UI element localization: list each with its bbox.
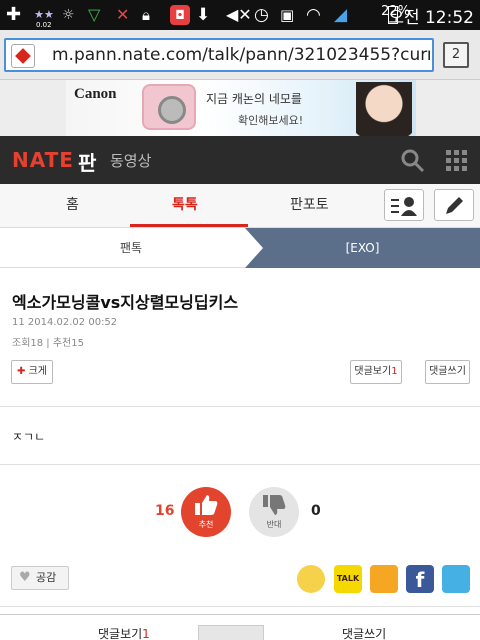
bottom-comment-bar: 댓글보기1 댓글쓰기 [0,614,480,640]
downvote-button[interactable]: 반대 [249,487,299,537]
heart-icon: ♥ [19,570,31,585]
downvote-label: 반대 [266,520,282,529]
site-favicon-icon [11,44,35,68]
bottom-comment-count: 1 [142,627,150,640]
plus-icon: ✚ [17,366,26,377]
ad-model-image [356,82,412,136]
tab-home[interactable]: 홈 [66,194,79,214]
gift-icon: ◘ [170,5,190,25]
thumbs-up-icon [195,495,218,515]
breadcrumb: 팬톡 [EXO] [0,228,480,268]
bottom-view-comments[interactable]: 댓글보기1 [98,625,150,640]
url-text[interactable]: m.pann.nate.com/talk/pann/321023455?curr… [52,45,430,65]
address-bar[interactable]: m.pann.nate.com/talk/pann/321023455?curr… [4,38,434,72]
camera-image [142,84,196,130]
user-list-icon [391,197,417,216]
nate-logo[interactable]: NATE [12,148,74,172]
tab-talk[interactable]: 톡톡 [172,194,198,214]
post-title: 엑소가모닝콜vs지상렬모닝딥키스 [12,293,239,312]
emoticon-share-icon[interactable] [297,565,325,593]
heart-icon: ▽ [88,5,101,24]
enlarge-label: 크게 [28,366,47,377]
post-stats: 조회18 | 추천15 [12,338,84,349]
thumbs-down-icon [263,495,286,515]
post-body: ㅈㄱㄴ [12,430,46,444]
active-tab-indicator [130,224,248,227]
breadcrumb-fantalk[interactable]: 팬톡 [0,228,262,268]
app-icon: ✕ [116,5,130,24]
ad-copy-line1: 지금 캐논의 네모를 [206,92,302,106]
browser-toolbar: m.pann.nate.com/talk/pann/321023455?curr… [0,30,480,80]
write-comment-button[interactable]: 댓글쓰기 [425,360,470,384]
view-comments-label: 댓글보기 [354,366,392,377]
tab-bar: 홈 톡톡 판포토 [0,184,480,228]
site-header: NATE 판 동영상 [0,136,480,184]
post-date: 11 2014.02.02 00:52 [12,317,118,328]
breadcrumb-exo[interactable]: [EXO] [245,228,480,268]
search-icon[interactable] [400,148,426,174]
signal-icon: ◢ [334,5,348,25]
pencil-icon [446,197,463,214]
tabs-button[interactable]: 2 [443,42,469,68]
bottom-view-comments-label: 댓글보기 [98,627,143,640]
mute-icon: ◀︎✕ [226,5,252,24]
sympathy-button[interactable]: ♥ 공감 [11,566,69,590]
sun-icon: ☼ [62,7,75,23]
kakaotalk-share-icon[interactable]: TALK [334,565,362,593]
clock: 오전 12:52 [388,8,474,28]
tab-photo[interactable]: 판포토 [290,194,329,214]
plus-icon: ✚ [6,4,22,25]
downvote-count: 0 [311,503,321,519]
comment-count: 1 [391,366,398,377]
status-bar: ✚ ★★ 0.02 ☼ ▽ ✕ 🔒︎ ◘ ⬇ ◀︎✕ ◷ ▣ ◠ ◢ 22% 오… [0,0,480,30]
sympathy-label: 공감 [36,571,57,584]
lock-icon: 🔒︎ [142,6,150,24]
video-link[interactable]: 동영상 [110,150,151,171]
ad-banner-area: Canon 지금 캐논의 네모를 확인해보세요! [0,80,480,136]
enlarge-button[interactable]: ✚ 크게 [11,360,53,384]
menu-grid-icon[interactable] [446,150,468,172]
pann-title[interactable]: 판 [78,147,96,176]
ad-copy-line2: 확인해보세요! [238,114,304,127]
download-icon: ⬇ [196,5,211,25]
message-icon: ▣ [280,6,295,24]
kakaostory-share-icon[interactable] [370,565,398,593]
divider [0,606,480,607]
bottom-write-comment[interactable]: 댓글쓰기 [342,625,386,640]
twitter-share-icon[interactable] [442,565,470,593]
breadcrumb-exo-label: [EXO] [345,241,380,255]
upvote-count: 16 [155,503,175,519]
wifi-icon: ◠ [306,5,321,25]
alarm-icon: ◷ [254,5,269,25]
write-button[interactable] [434,189,474,221]
ad-brand: Canon [74,86,117,102]
divider [0,464,480,465]
view-comments-button[interactable]: 댓글보기1 [350,360,402,384]
facebook-share-icon[interactable]: f [406,565,434,593]
drawer-handle[interactable] [198,625,264,640]
profile-button[interactable] [384,189,424,221]
divider [0,406,480,407]
ad-banner[interactable]: Canon 지금 캐논의 네모를 확인해보세요! [66,80,416,136]
upvote-label: 추천 [198,520,214,529]
upvote-button[interactable]: 추천 [181,487,231,537]
